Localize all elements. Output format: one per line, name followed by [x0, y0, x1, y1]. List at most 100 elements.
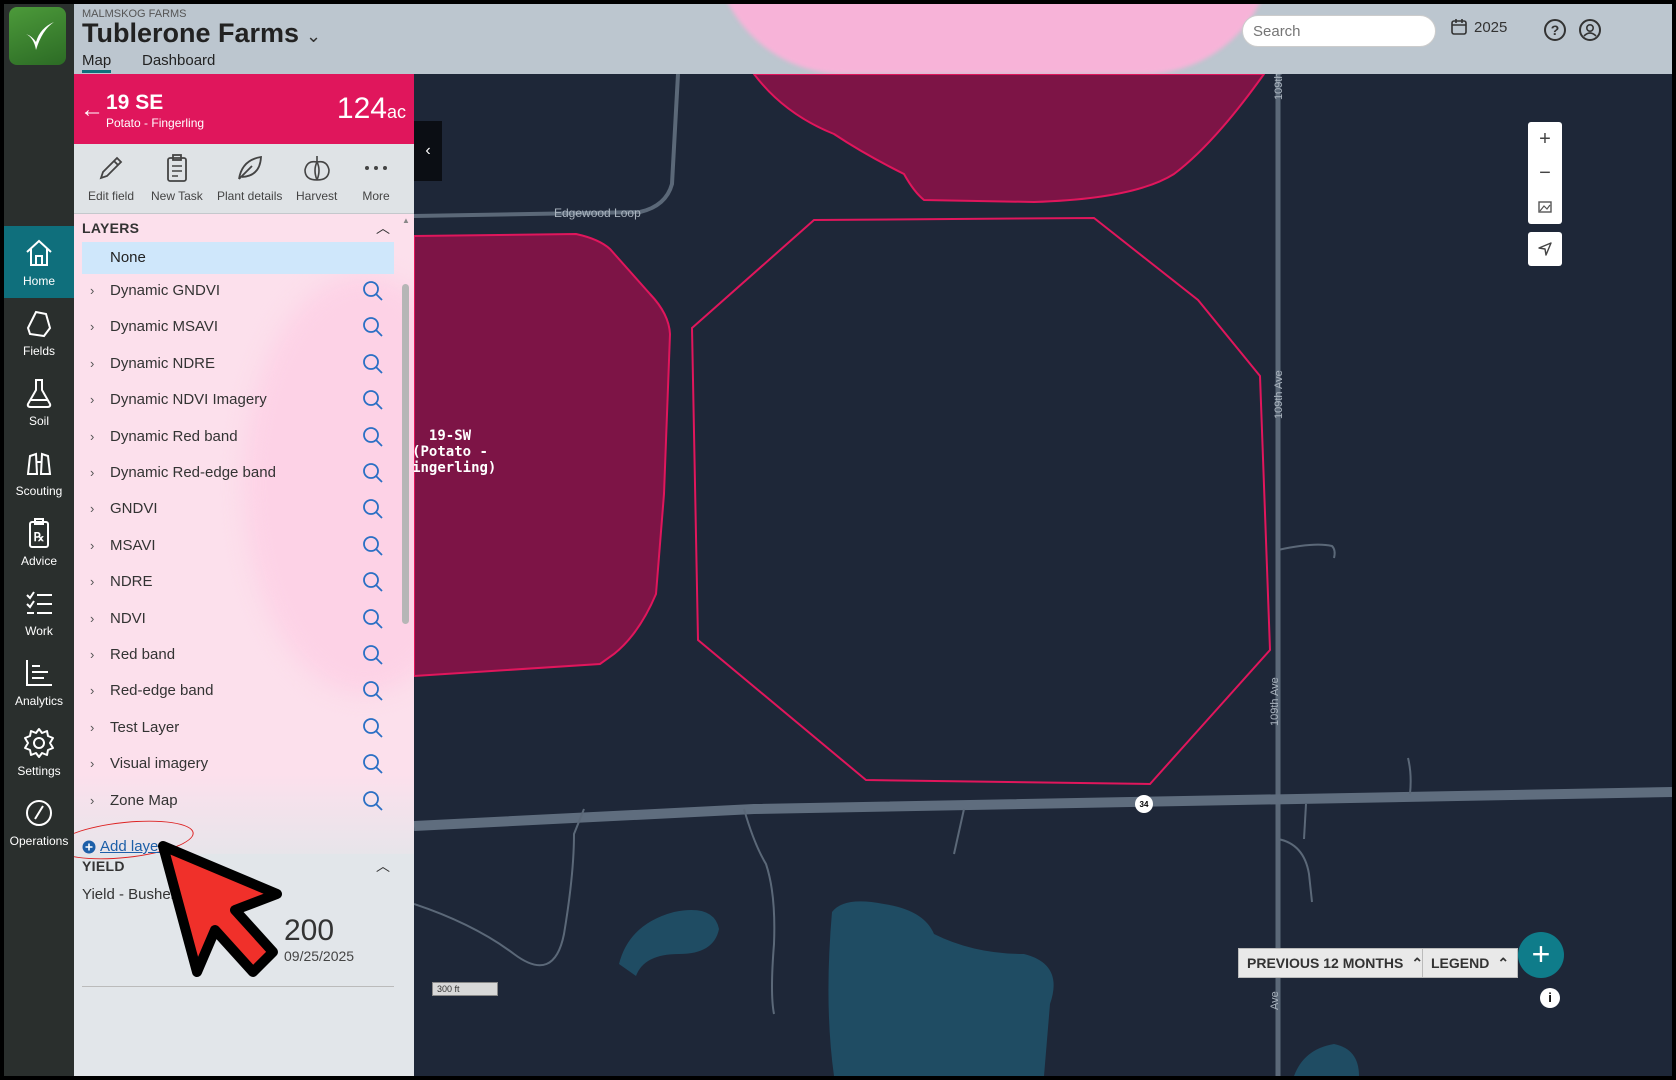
- layer-row[interactable]: › Dynamic Red band: [82, 420, 394, 454]
- prescription-icon: ℞: [29, 518, 49, 548]
- search-icon[interactable]: [362, 680, 384, 702]
- rail-item-advice[interactable]: ℞ Advice: [4, 506, 74, 578]
- layer-row[interactable]: › NDVI: [82, 602, 394, 636]
- chevron-right-icon[interactable]: ›: [90, 638, 94, 672]
- layer-row[interactable]: › Dynamic MSAVI: [82, 310, 394, 344]
- previous-12-months-button[interactable]: PREVIOUS 12 MONTHS ⌃: [1238, 948, 1433, 978]
- chevron-right-icon[interactable]: ›: [90, 565, 94, 599]
- search-icon[interactable]: [362, 389, 384, 411]
- more-button[interactable]: More: [360, 152, 392, 203]
- search-icon[interactable]: [362, 462, 384, 484]
- rail-item-analytics[interactable]: Analytics: [4, 646, 74, 718]
- plant-details-button[interactable]: Plant details: [217, 152, 282, 203]
- chevron-right-icon[interactable]: ›: [90, 310, 94, 344]
- chevron-right-icon[interactable]: ›: [90, 747, 94, 781]
- chevron-right-icon[interactable]: ›: [90, 456, 94, 490]
- layer-row[interactable]: › Red-edge band: [82, 674, 394, 708]
- farm-title[interactable]: Tublerone Farms: [82, 18, 299, 49]
- route-badge: 34: [1140, 800, 1149, 809]
- layer-label: Visual imagery: [110, 755, 209, 773]
- info-icon[interactable]: i: [1540, 988, 1560, 1008]
- chevron-up-icon[interactable]: ︿: [376, 856, 390, 876]
- chevron-down-icon[interactable]: ⌄: [306, 26, 321, 47]
- search-icon[interactable]: [362, 535, 384, 557]
- rail-item-scouting[interactable]: Scouting: [4, 436, 74, 508]
- binoculars-icon: [26, 452, 52, 475]
- add-fab-button[interactable]: +: [1518, 932, 1564, 978]
- field-shape-icon: [26, 310, 52, 338]
- layer-row[interactable]: › Test Layer: [82, 711, 394, 745]
- chevron-right-icon[interactable]: ›: [90, 529, 94, 563]
- layer-row[interactable]: › MSAVI: [82, 529, 394, 563]
- map-svg[interactable]: 34 Edgewood Loop 109th Ave 109th Ave 109…: [404, 72, 1672, 1076]
- search-icon[interactable]: [362, 316, 384, 338]
- layer-row[interactable]: › NDRE: [82, 565, 394, 599]
- search-icon[interactable]: [362, 353, 384, 375]
- chevron-right-icon[interactable]: ›: [90, 492, 94, 526]
- chevron-right-icon[interactable]: ›: [90, 784, 94, 818]
- app-logo[interactable]: [9, 7, 66, 65]
- search-icon[interactable]: [362, 426, 384, 448]
- edit-field-button[interactable]: Edit field: [88, 152, 134, 203]
- locate-button[interactable]: [1528, 232, 1562, 266]
- rail-item-operations[interactable]: Operations: [4, 786, 74, 858]
- zoom-controls: + −: [1528, 122, 1562, 224]
- rail-item-fields[interactable]: Fields: [4, 296, 74, 368]
- chevron-right-icon[interactable]: ›: [90, 347, 94, 381]
- search-input[interactable]: [1242, 15, 1436, 47]
- rail-item-home[interactable]: Home: [4, 226, 74, 298]
- panel-scrollbar[interactable]: [402, 284, 409, 624]
- search-icon[interactable]: [362, 753, 384, 775]
- scroll-up-arrow-icon[interactable]: ▲: [402, 216, 410, 225]
- chevron-right-icon[interactable]: ›: [90, 674, 94, 708]
- rail-label-fields: Fields: [22, 344, 55, 358]
- layer-row[interactable]: › Dynamic NDRE: [82, 347, 394, 381]
- layers-section-title: LAYERS: [82, 220, 140, 236]
- layer-row[interactable]: › Red band: [82, 638, 394, 672]
- layer-row[interactable]: › Dynamic GNDVI: [82, 274, 394, 308]
- map-canvas[interactable]: 34 Edgewood Loop 109th Ave 109th Ave 109…: [404, 72, 1672, 1076]
- chevron-right-icon[interactable]: ›: [90, 420, 94, 454]
- app-rail: Home Fields Soil Scouting ℞ Advice Work …: [4, 4, 74, 1076]
- rail-item-soil[interactable]: Soil: [4, 366, 74, 438]
- chevron-right-icon[interactable]: ›: [90, 274, 94, 308]
- harvest-button[interactable]: Harvest: [296, 152, 337, 203]
- new-task-label: New Task: [151, 189, 203, 203]
- new-task-button[interactable]: New Task: [151, 152, 203, 203]
- search-icon[interactable]: [362, 498, 384, 520]
- rail-item-settings[interactable]: Settings: [4, 716, 74, 788]
- year-selector[interactable]: 2025: [1450, 18, 1507, 36]
- search-icon[interactable]: [362, 571, 384, 593]
- tab-map[interactable]: Map: [82, 52, 112, 73]
- map-style-button[interactable]: [1528, 190, 1562, 224]
- zoom-in-button[interactable]: +: [1528, 122, 1562, 156]
- chevron-right-icon[interactable]: ›: [90, 602, 94, 636]
- layer-row[interactable]: › Zone Map: [82, 784, 394, 818]
- field-acres-unit: ac: [386, 102, 406, 122]
- layer-row[interactable]: › Dynamic NDVI Imagery: [82, 383, 394, 417]
- tab-dashboard[interactable]: Dashboard: [142, 52, 215, 69]
- zoom-out-button[interactable]: −: [1528, 156, 1562, 190]
- help-icon[interactable]: ?: [1544, 19, 1566, 41]
- chevron-right-icon[interactable]: ›: [90, 711, 94, 745]
- rail-item-work[interactable]: Work: [4, 576, 74, 648]
- layer-label: Dynamic NDVI Imagery: [110, 391, 267, 409]
- chevron-up-icon[interactable]: ︿: [376, 218, 390, 238]
- search-icon[interactable]: [362, 280, 384, 302]
- search-icon[interactable]: [362, 790, 384, 812]
- layer-row[interactable]: › Dynamic Red-edge band: [82, 456, 394, 490]
- analytics-icon: [26, 660, 52, 686]
- user-avatar-icon[interactable]: [1579, 19, 1601, 41]
- layer-label: Dynamic Red band: [110, 427, 238, 445]
- search-icon[interactable]: [362, 644, 384, 666]
- back-arrow-icon[interactable]: ←: [80, 96, 104, 124]
- legend-button[interactable]: LEGEND ⌃: [1422, 948, 1519, 978]
- layer-row[interactable]: › Visual imagery: [82, 747, 394, 781]
- layer-row[interactable]: › GNDVI: [82, 492, 394, 526]
- search-icon[interactable]: [362, 717, 384, 739]
- collapse-panel-button[interactable]: ‹: [414, 121, 442, 181]
- chevron-right-icon[interactable]: ›: [90, 383, 94, 417]
- field-acres-value: 124: [336, 92, 387, 125]
- search-icon[interactable]: [362, 608, 384, 630]
- layer-none-option[interactable]: None: [82, 242, 394, 274]
